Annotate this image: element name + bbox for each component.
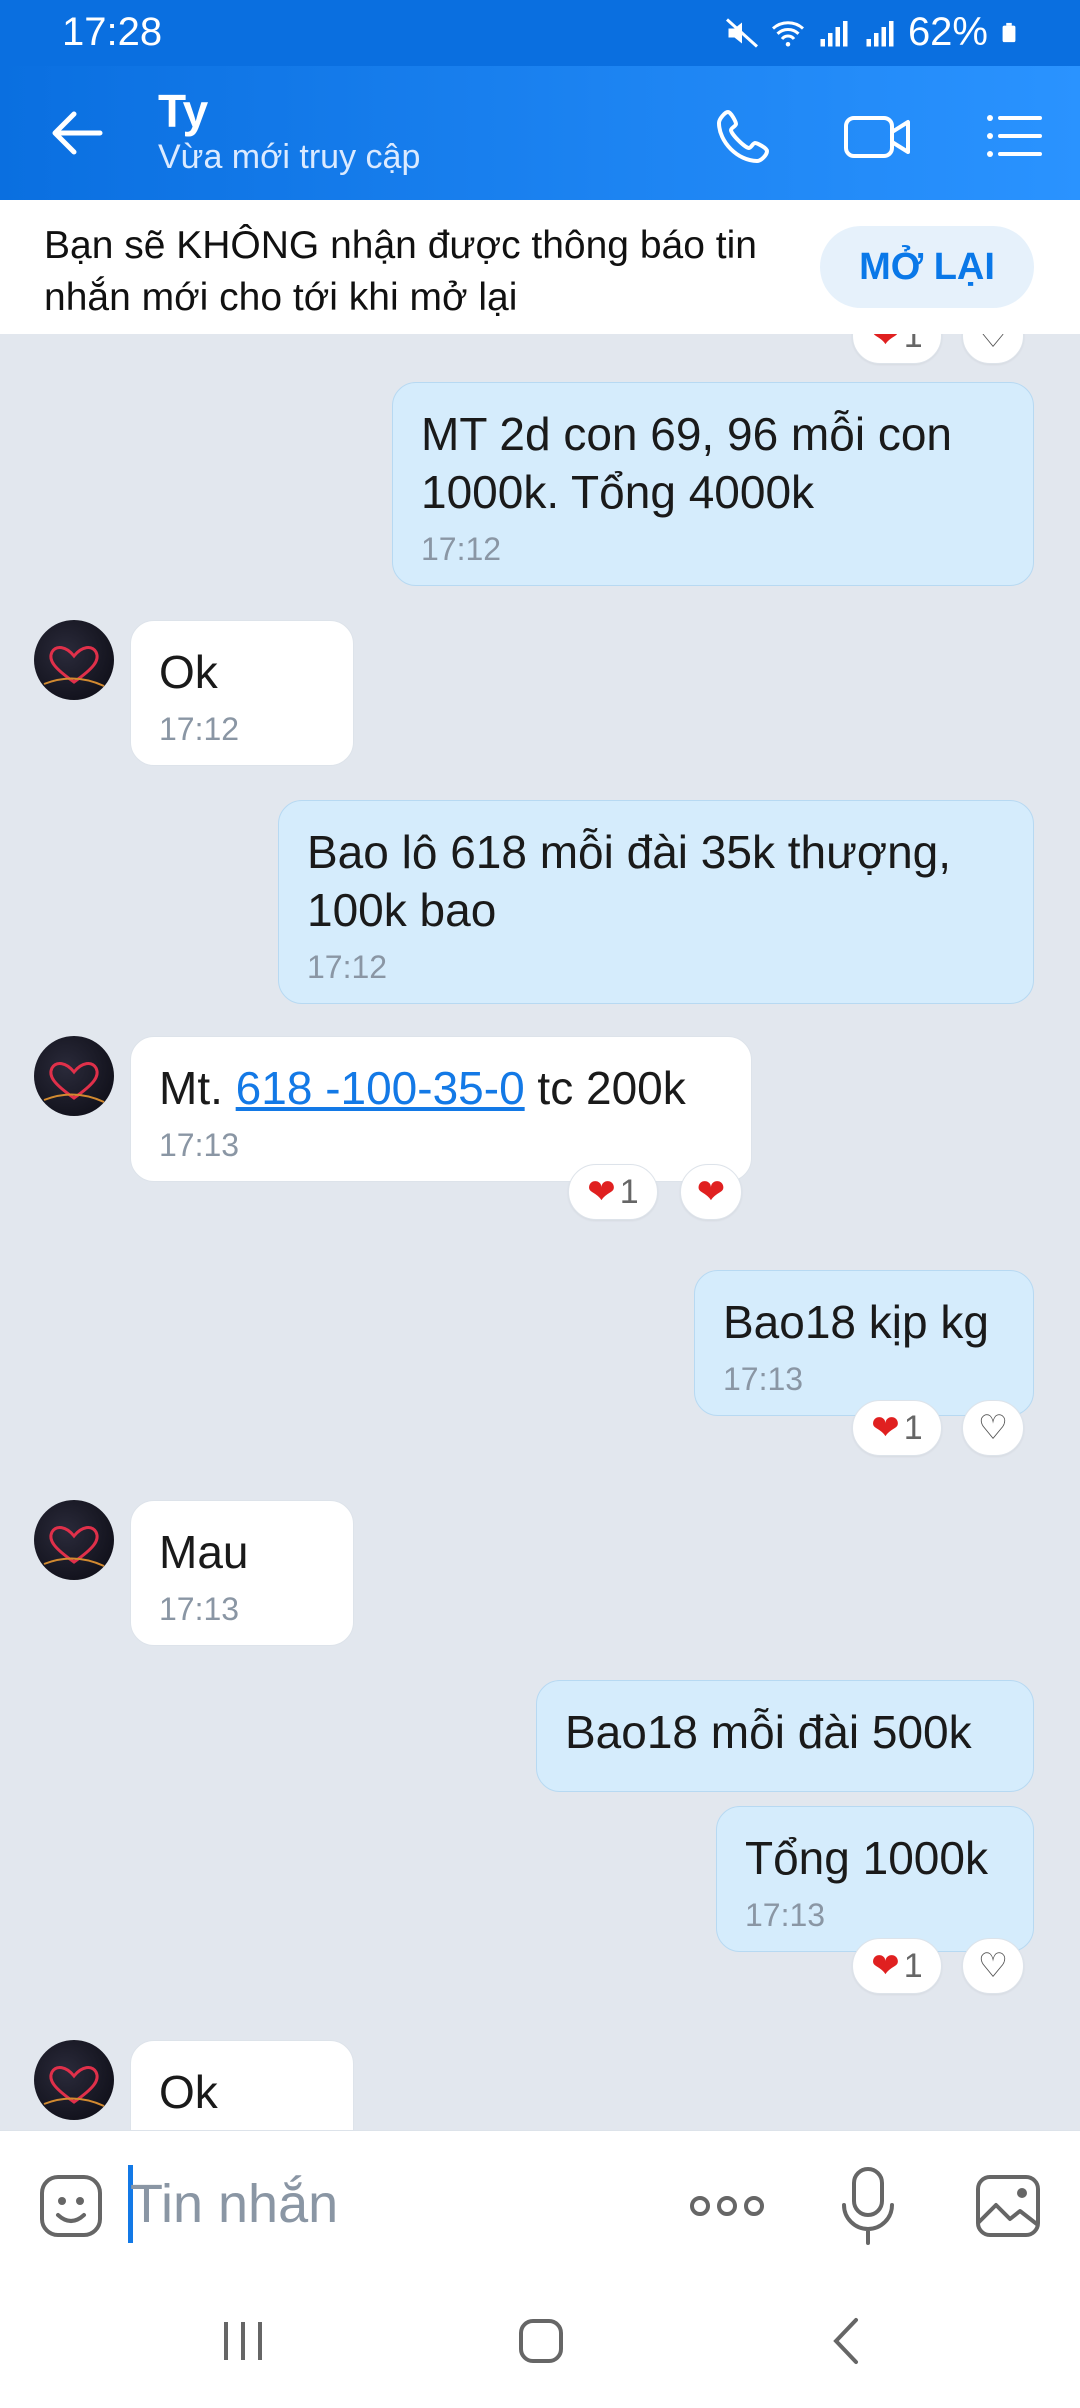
message-bubble-incoming[interactable]: Mt. 618 -100-35-0 tc 200k 17:13 <box>130 1036 752 1182</box>
message-text: Ok <box>159 2066 218 2118</box>
video-call-icon[interactable] <box>842 104 914 168</box>
reaction-badge[interactable]: ❤ 1 <box>852 334 942 364</box>
message-text: Bao18 kịp kg <box>723 1296 989 1348</box>
back-nav-icon[interactable] <box>822 2316 872 2366</box>
message-composer: Tin nhắn <box>0 2130 1080 2280</box>
message-time: 17:13 <box>745 1897 826 1933</box>
heart-outline-icon: ♡ <box>977 1947 1009 1985</box>
message-time: 17:13 <box>159 1127 240 1163</box>
message-bubble-outgoing[interactable]: Tổng 1000k 17:13 <box>716 1806 1034 1952</box>
heart-avatar-image <box>43 1062 105 1103</box>
heart-icon: ❤ <box>696 1173 726 1211</box>
heart-icon: ❤ <box>871 1409 900 1447</box>
message-bubble-outgoing[interactable]: Bao lô 618 mỗi đài 35k thượng, 100k bao … <box>278 800 1034 1004</box>
heart-outline-icon: ♡ <box>977 1409 1009 1447</box>
add-reaction-button[interactable]: ❤ <box>680 1164 742 1220</box>
avatar[interactable] <box>34 1500 114 1580</box>
message-time: 17:13 <box>723 1361 804 1397</box>
message-time: 17:13 <box>159 1591 240 1627</box>
message-time: 17:12 <box>421 531 502 567</box>
reopen-button[interactable]: MỞ LẠI <box>820 226 1034 308</box>
battery-icon <box>1002 22 1016 42</box>
status-time: 17:28 <box>62 10 163 54</box>
status-bar: 17:28 62% <box>0 0 1080 66</box>
message-bubble-outgoing[interactable]: MT 2d con 69, 96 mỗi con 1000k. Tổng 400… <box>392 382 1034 586</box>
message-bubble-outgoing[interactable]: Bao18 mỗi đài 500k <box>536 1680 1034 1792</box>
contact-name[interactable]: Ty <box>158 84 208 138</box>
mute-icon <box>725 17 758 48</box>
notice-text: Bạn sẽ KHÔNG nhận được thông báo tin nhắ… <box>44 224 757 319</box>
heart-icon: ❤ <box>871 334 900 355</box>
reaction-badge[interactable]: ❤ 1 <box>568 1164 658 1220</box>
heart-outline-icon: ♡ <box>977 334 1009 355</box>
message-text: Mt. 618 -100-35-0 tc 200k <box>159 1062 686 1114</box>
system-navigation-bar <box>0 2280 1080 2408</box>
heart-icon: ❤ <box>587 1173 616 1211</box>
message-text: Ok <box>159 646 218 698</box>
add-reaction-button[interactable]: ♡ <box>962 1938 1024 1994</box>
chat-header: Ty Vừa mới truy cập <box>0 66 1080 200</box>
phone-icon[interactable] <box>712 104 776 168</box>
message-link[interactable]: 618 -100-35-0 <box>236 1062 525 1114</box>
more-options-icon[interactable] <box>688 2189 766 2223</box>
message-bubble-incoming[interactable]: Ok <box>130 2040 354 2130</box>
heart-avatar-image <box>43 646 105 687</box>
message-text: Bao lô 618 mỗi đài 35k thượng, 100k bao <box>307 826 952 936</box>
signal-icon <box>866 20 894 46</box>
notification-muted-banner: Bạn sẽ KHÔNG nhận được thông báo tin nhắ… <box>0 200 1080 334</box>
message-bubble-incoming[interactable]: Mau 17:13 <box>130 1500 354 1646</box>
reaction-badge[interactable]: ❤ 1 <box>852 1400 942 1456</box>
message-list[interactable]: ❤ 1 ♡ MT 2d con 69, 96 mỗi con 1000k. Tổn… <box>0 334 1080 2130</box>
reaction-badge[interactable]: ❤ 1 <box>852 1938 942 1994</box>
battery-text: 62% <box>907 10 988 54</box>
avatar[interactable] <box>34 2040 114 2120</box>
avatar[interactable] <box>34 1036 114 1116</box>
avatar[interactable] <box>34 620 114 700</box>
add-reaction-button[interactable]: ♡ <box>962 1400 1024 1456</box>
home-icon[interactable] <box>516 2316 566 2366</box>
heart-icon: ❤ <box>871 1947 900 1985</box>
message-text: Tổng 1000k <box>745 1832 988 1884</box>
contact-status: Vừa mới truy cập <box>158 138 421 176</box>
message-bubble-outgoing[interactable]: Bao18 kịp kg 17:13 <box>694 1270 1034 1416</box>
heart-avatar-image <box>43 2066 105 2107</box>
message-bubble-incoming[interactable]: Ok 17:12 <box>130 620 354 766</box>
emoji-icon[interactable] <box>38 2173 104 2239</box>
wifi-icon <box>771 20 804 46</box>
message-text: MT 2d con 69, 96 mỗi con 1000k. Tổng 400… <box>421 408 952 518</box>
message-time: 17:12 <box>307 949 388 985</box>
menu-list-icon[interactable] <box>982 104 1046 168</box>
status-icons: 62% <box>724 10 1020 55</box>
heart-avatar-image <box>43 1526 105 1567</box>
message-input[interactable]: Tin nhắn <box>130 2173 338 2235</box>
signal-icon <box>820 20 848 46</box>
message-time: 17:12 <box>159 711 240 747</box>
message-text: Bao18 mỗi đài 500k <box>565 1706 972 1758</box>
image-gallery-icon[interactable] <box>974 2173 1042 2239</box>
message-text: Mau <box>159 1526 249 1578</box>
recent-apps-icon[interactable] <box>218 2316 268 2366</box>
microphone-icon[interactable] <box>838 2165 898 2247</box>
back-arrow-icon[interactable] <box>46 106 108 160</box>
add-reaction-button[interactable]: ♡ <box>962 334 1024 364</box>
